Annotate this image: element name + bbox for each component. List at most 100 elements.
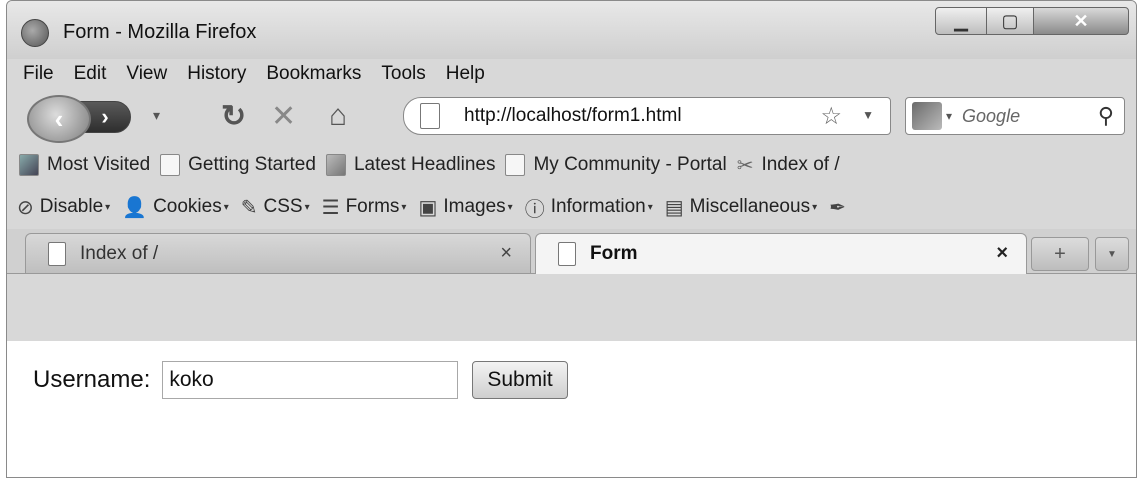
page-icon — [505, 154, 526, 176]
search-engine-dropdown-icon[interactable]: ▾ — [946, 109, 952, 123]
page-content: Username: Submit — [7, 341, 1136, 477]
dev-label: Images — [443, 196, 506, 217]
forward-arrow-icon: › — [101, 104, 109, 129]
dropdown-icon: ▾ — [304, 201, 310, 213]
plus-icon: + — [1054, 242, 1066, 265]
menu-bookmarks[interactable]: Bookmarks — [266, 63, 361, 85]
browser-window: Form - Mozilla Firefox ▁ ▢ ✕ File Edit V… — [6, 0, 1137, 478]
close-window-button[interactable]: ✕ — [1033, 7, 1129, 35]
image-icon: ▣ — [418, 196, 438, 219]
username-input[interactable] — [162, 361, 459, 399]
close-icon: ✕ — [1073, 10, 1089, 31]
dev-label: Miscellaneous — [689, 196, 811, 217]
history-dropdown-icon[interactable]: ▾ — [153, 107, 160, 124]
tab-bar: Index of / × Form × + ▼ — [7, 229, 1136, 274]
navigation-toolbar: ‹ › ▾ ↻ ✕ ⌂ http://localhost/form1.html … — [7, 89, 1136, 145]
dev-label: Disable — [39, 196, 104, 217]
dev-information-menu[interactable]: ⓘ Information ▾ — [525, 193, 653, 222]
title-bar: Form - Mozilla Firefox ▁ ▢ ✕ — [7, 1, 1136, 59]
dropdown-icon: ▾ — [812, 201, 818, 213]
home-icon[interactable]: ⌂ — [329, 99, 347, 133]
submit-button[interactable]: Submit — [472, 361, 568, 399]
search-placeholder[interactable]: Google — [962, 106, 1020, 127]
tab-label: Form — [590, 243, 638, 264]
search-icon[interactable]: ⚲ — [1098, 103, 1114, 129]
bookmark-my-community-portal[interactable]: My Community - Portal — [505, 154, 727, 176]
bookmark-label: Index of / — [761, 154, 840, 175]
dev-label: Cookies — [153, 196, 222, 217]
bookmark-getting-started[interactable]: Getting Started — [160, 154, 316, 176]
maximize-icon: ▢ — [1001, 10, 1019, 31]
dev-images-menu[interactable]: ▣ Images ▾ — [418, 195, 512, 220]
page-icon — [420, 103, 440, 129]
url-text[interactable]: http://localhost/form1.html — [464, 105, 682, 127]
dropdown-icon: ▾ — [105, 201, 111, 213]
username-label: Username: — [33, 366, 151, 393]
menu-bar: File Edit View History Bookmarks Tools H… — [7, 59, 1136, 89]
dev-forms-menu[interactable]: ☰ Forms ▾ — [322, 195, 407, 220]
page-icon — [48, 241, 66, 266]
pencil-icon: ✎ — [240, 196, 258, 219]
bookmark-most-visited[interactable]: Most Visited — [19, 154, 150, 176]
search-engine-icon[interactable] — [912, 102, 942, 130]
maximize-button[interactable]: ▢ — [986, 7, 1034, 35]
menu-history[interactable]: History — [187, 63, 246, 85]
back-button[interactable]: ‹ — [27, 95, 91, 143]
reload-icon[interactable]: ↻ — [221, 99, 246, 134]
firefox-logo-icon — [21, 19, 49, 47]
menu-file[interactable]: File — [23, 63, 54, 85]
new-tab-button[interactable]: + — [1031, 237, 1089, 271]
bookmark-label: Getting Started — [188, 154, 316, 175]
menu-edit[interactable]: Edit — [74, 63, 107, 85]
menu-help[interactable]: Help — [446, 63, 485, 85]
stop-icon[interactable]: ✕ — [271, 99, 296, 134]
window-title: Form - Mozilla Firefox — [63, 21, 257, 43]
web-developer-toolbar: ⊘ Disable ▾ 👤 Cookies ▾ ✎ CSS ▾ ☰ Forms … — [7, 185, 1136, 229]
chevron-down-icon: ▼ — [1107, 248, 1117, 260]
dropdown-icon: ▾ — [401, 201, 407, 213]
tab-index-of[interactable]: Index of / × — [25, 233, 531, 273]
menu-view[interactable]: View — [126, 63, 167, 85]
dev-label: CSS — [263, 196, 303, 217]
minimize-icon: ▁ — [954, 10, 968, 31]
pen-icon: ✒ — [829, 196, 846, 219]
dropdown-icon: ▾ — [223, 201, 229, 213]
bookmark-label: My Community - Portal — [533, 154, 727, 175]
username-form: Username: Submit — [33, 361, 568, 399]
tab-label: Index of / — [80, 242, 159, 264]
dev-disable-menu[interactable]: ⊘ Disable ▾ — [17, 195, 110, 220]
dev-label: Information — [550, 196, 646, 217]
dev-miscellaneous-menu[interactable]: ▤ Miscellaneous ▾ — [665, 195, 817, 220]
back-arrow-icon: ‹ — [54, 103, 64, 134]
bookmark-label: Most Visited — [47, 154, 151, 175]
list-all-tabs-button[interactable]: ▼ — [1095, 237, 1129, 271]
dropdown-icon: ▾ — [647, 201, 653, 213]
tab-form[interactable]: Form × — [535, 233, 1027, 274]
dev-outline-menu[interactable]: ✒ — [829, 195, 846, 220]
dev-cookies-menu[interactable]: 👤 Cookies ▾ — [122, 195, 229, 220]
search-bar[interactable]: ▾ Google ⚲ — [905, 97, 1125, 135]
bookmark-latest-headlines[interactable]: Latest Headlines — [325, 154, 496, 176]
url-dropdown-icon[interactable]: ▼ — [862, 108, 874, 122]
dev-label: Forms — [345, 196, 400, 217]
disable-icon: ⊘ — [17, 196, 34, 219]
minimize-button[interactable]: ▁ — [935, 7, 987, 35]
close-tab-icon[interactable]: × — [996, 242, 1008, 265]
most-visited-icon — [19, 154, 39, 176]
forms-icon: ☰ — [321, 196, 340, 219]
url-bar[interactable]: http://localhost/form1.html ☆ ▼ — [403, 97, 891, 135]
bookmarks-toolbar: Most Visited Getting Started Latest Head… — [7, 145, 1136, 185]
menu-tools[interactable]: Tools — [381, 63, 425, 85]
bookmark-label: Latest Headlines — [353, 154, 496, 175]
close-tab-icon[interactable]: × — [500, 242, 512, 265]
toolbox-icon: ▤ — [664, 196, 684, 219]
page-icon — [160, 154, 181, 176]
bookmark-star-icon[interactable]: ☆ — [820, 102, 842, 131]
rss-icon — [325, 154, 346, 176]
info-icon: ⓘ — [524, 198, 545, 221]
dev-css-menu[interactable]: ✎ CSS ▾ — [241, 195, 310, 220]
user-icon: 👤 — [122, 196, 148, 219]
dropdown-icon: ▾ — [507, 201, 513, 213]
page-icon — [558, 242, 576, 266]
bookmark-index-of[interactable]: ✂ Index of / — [737, 153, 840, 178]
